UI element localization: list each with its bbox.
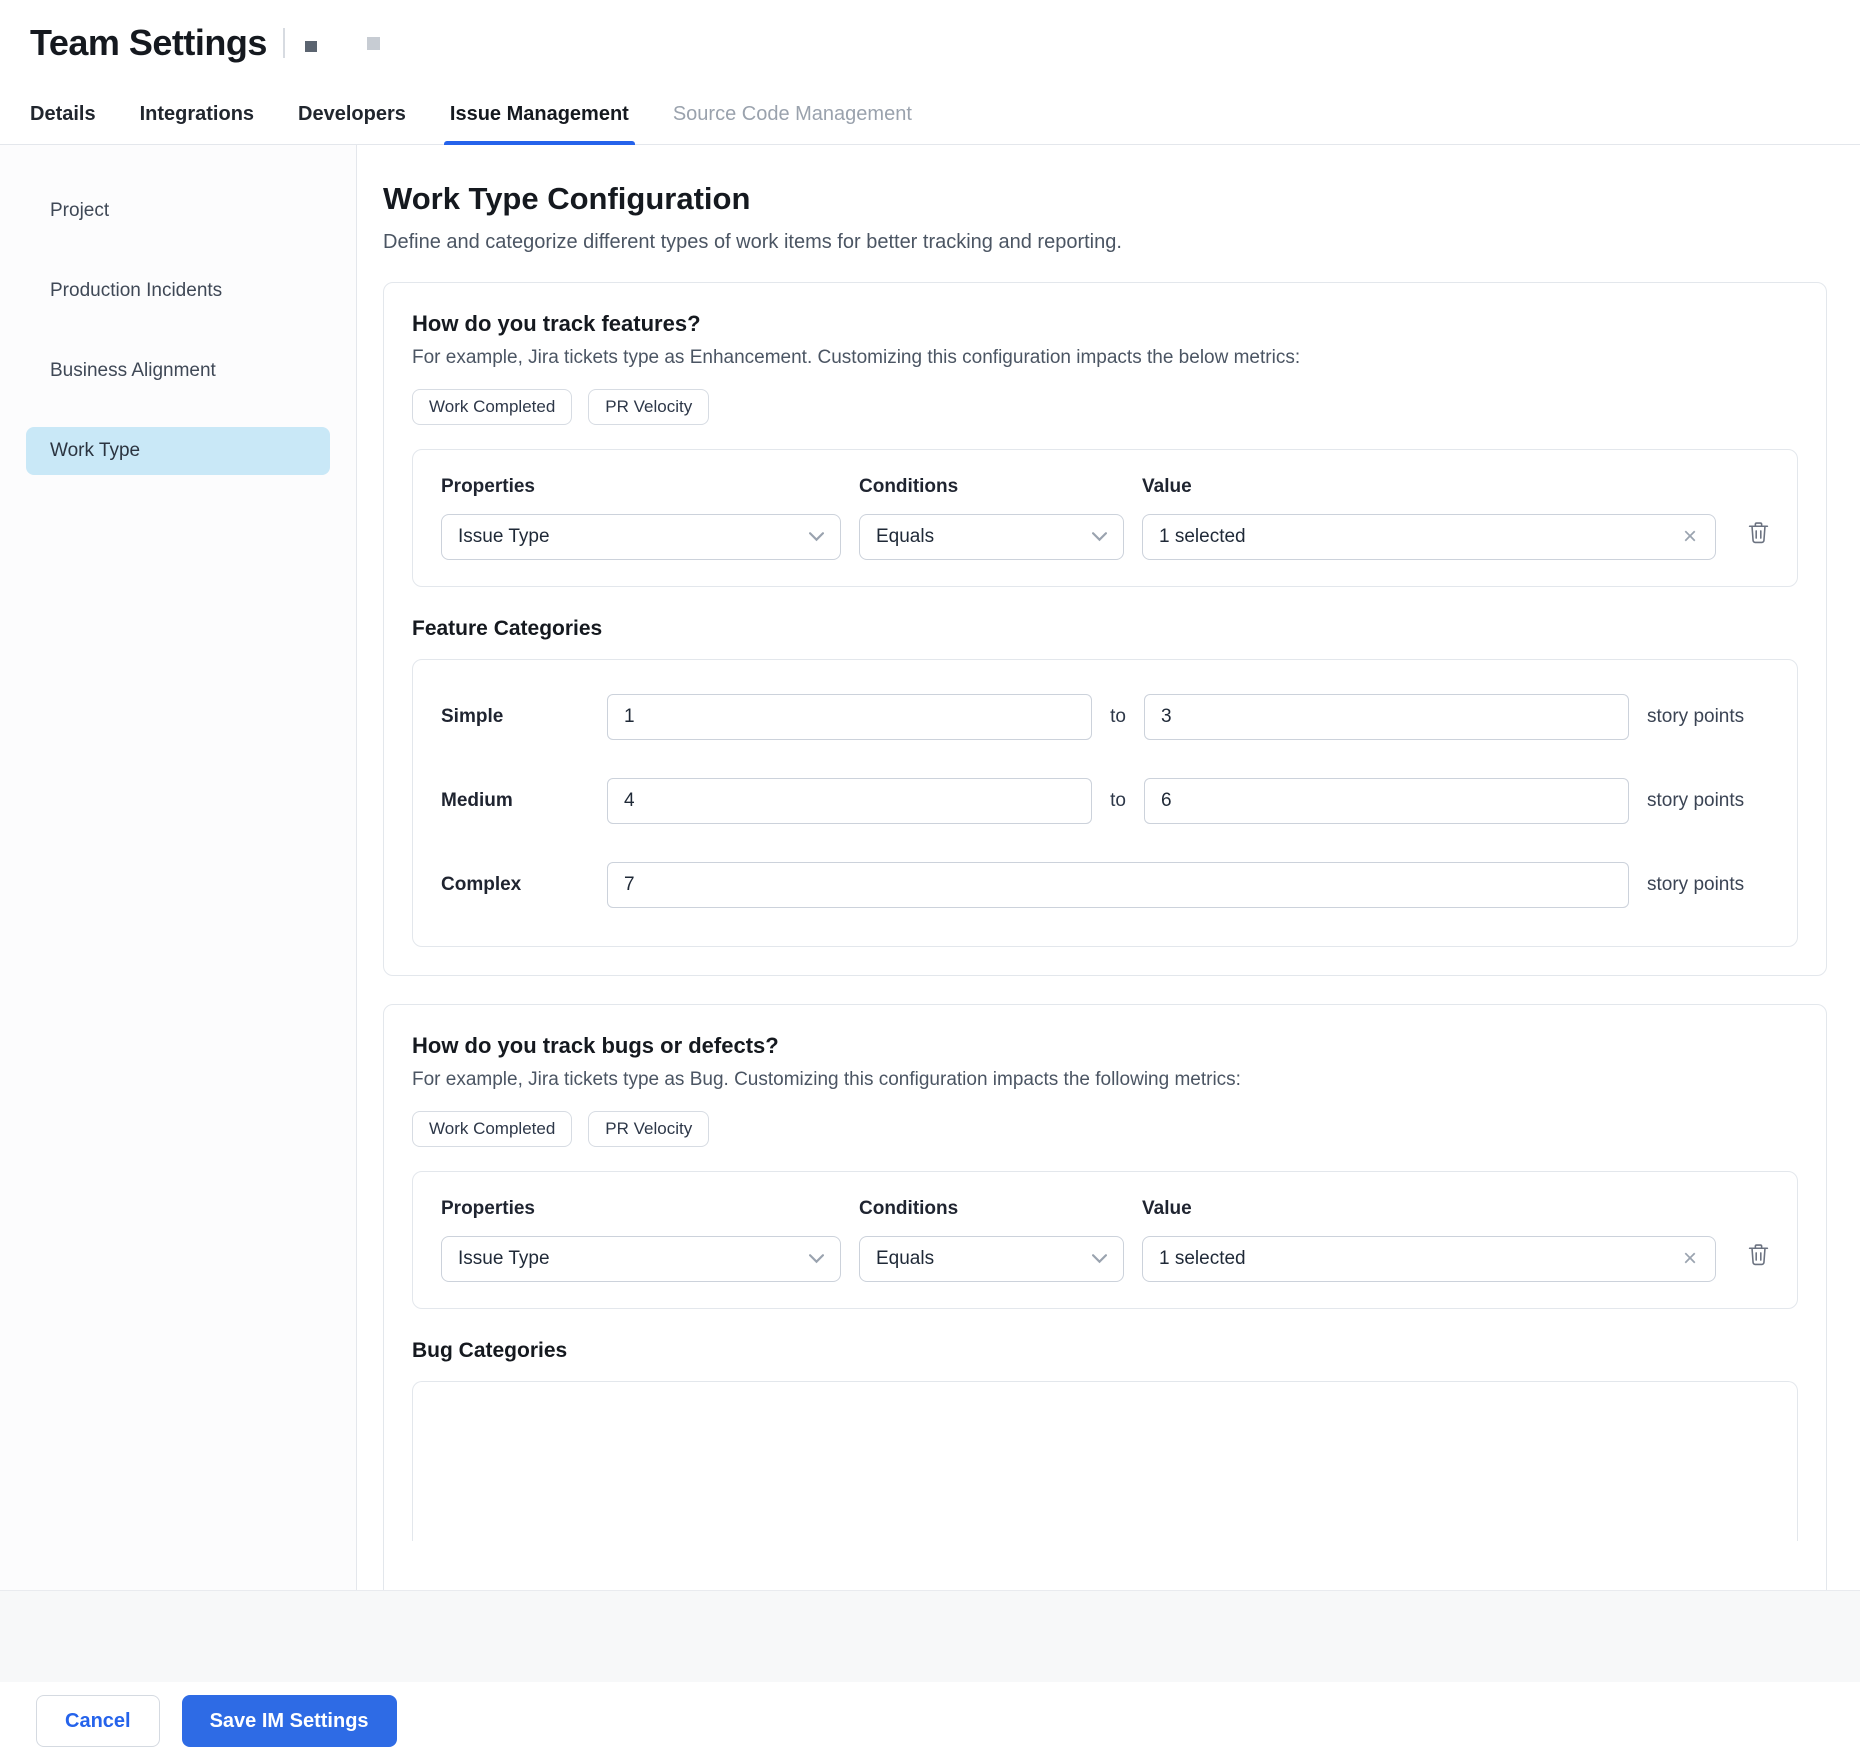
header-placeholder-icon-light: [367, 37, 380, 50]
features-filter-panel: Properties Issue Type Conditions: [412, 449, 1798, 587]
trash-icon: [1748, 531, 1769, 548]
conditions-column-label: Conditions: [859, 1198, 1124, 1220]
tab-bar: Details Integrations Developers Issue Ma…: [0, 86, 1860, 145]
features-card-title: How do you track features?: [412, 311, 1798, 337]
bottom-spacer-band: [0, 1591, 1860, 1682]
features-card-description: For example, Jira tickets type as Enhanc…: [412, 347, 1798, 369]
badge-pr-velocity: PR Velocity: [588, 389, 709, 425]
delete-filter-row-button[interactable]: [1748, 1243, 1769, 1271]
features-condition-value: Equals: [876, 526, 1092, 548]
bugs-card-title: How do you track bugs or defects?: [412, 1033, 1798, 1059]
bugs-metric-badges: Work Completed PR Velocity: [412, 1111, 1798, 1147]
header-placeholder-icon-dark: [305, 41, 317, 52]
tab-issue-management[interactable]: Issue Management: [450, 86, 629, 144]
page-header: Team Settings: [0, 0, 1860, 86]
chevron-down-icon: [809, 1248, 824, 1270]
badge-pr-velocity: PR Velocity: [588, 1111, 709, 1147]
simple-to-input[interactable]: [1144, 694, 1629, 740]
cancel-button[interactable]: Cancel: [36, 1695, 160, 1747]
chevron-down-icon: [809, 526, 824, 548]
medium-to-input[interactable]: [1144, 778, 1629, 824]
category-label-complex: Complex: [441, 874, 589, 896]
category-label-simple: Simple: [441, 706, 589, 728]
content-area: Project Production Incidents Business Al…: [0, 145, 1860, 1591]
bugs-value-selected: 1 selected: [1159, 1248, 1681, 1270]
bug-categories-panel: [412, 1381, 1798, 1541]
badge-work-completed: Work Completed: [412, 1111, 572, 1147]
bugs-condition-value: Equals: [876, 1248, 1092, 1270]
header-divider: [283, 28, 285, 58]
tab-details[interactable]: Details: [30, 86, 96, 144]
sidebar-item-production-incidents[interactable]: Production Incidents: [26, 267, 330, 315]
chevron-down-icon: [1092, 526, 1107, 548]
trash-icon: [1748, 1253, 1769, 1270]
features-card: How do you track features? For example, …: [383, 282, 1827, 976]
medium-from-input[interactable]: [607, 778, 1092, 824]
features-metric-badges: Work Completed PR Velocity: [412, 389, 1798, 425]
simple-from-input[interactable]: [607, 694, 1092, 740]
page-subtitle: Define and categorize different types of…: [383, 231, 1827, 254]
features-property-value: Issue Type: [458, 526, 809, 548]
story-points-label: story points: [1647, 706, 1769, 728]
page-title: Work Type Configuration: [383, 181, 1827, 217]
page-header-title: Team Settings: [30, 22, 267, 64]
tab-developers[interactable]: Developers: [298, 86, 406, 144]
badge-work-completed: Work Completed: [412, 389, 572, 425]
category-row-simple: Simple to story points: [441, 694, 1769, 740]
conditions-column-label: Conditions: [859, 476, 1124, 498]
delete-filter-row-button[interactable]: [1748, 521, 1769, 549]
complex-from-input[interactable]: [607, 862, 1629, 908]
bug-categories-title: Bug Categories: [412, 1339, 1798, 1363]
features-property-select[interactable]: Issue Type: [441, 514, 841, 560]
clear-selection-icon[interactable]: ×: [1681, 525, 1699, 549]
value-column-label: Value: [1142, 476, 1716, 498]
category-row-complex: Complex story points: [441, 862, 1769, 908]
to-label: to: [1110, 790, 1126, 812]
tab-source-code-management[interactable]: Source Code Management: [673, 86, 912, 144]
sidebar-item-project[interactable]: Project: [26, 187, 330, 235]
bugs-property-select[interactable]: Issue Type: [441, 1236, 841, 1282]
features-value-multiselect[interactable]: 1 selected ×: [1142, 514, 1716, 560]
value-column-label: Value: [1142, 1198, 1716, 1220]
features-condition-select[interactable]: Equals: [859, 514, 1124, 560]
feature-categories-panel: Simple to story points Medium to: [412, 659, 1798, 947]
clear-selection-icon[interactable]: ×: [1681, 1247, 1699, 1271]
chevron-down-icon: [1092, 1248, 1107, 1270]
bugs-property-value: Issue Type: [458, 1248, 809, 1270]
save-im-settings-button[interactable]: Save IM Settings: [182, 1695, 397, 1747]
settings-sidebar: Project Production Incidents Business Al…: [0, 145, 357, 1590]
story-points-label: story points: [1647, 790, 1769, 812]
properties-column-label: Properties: [441, 476, 841, 498]
feature-categories-title: Feature Categories: [412, 617, 1798, 641]
properties-column-label: Properties: [441, 1198, 841, 1220]
category-label-medium: Medium: [441, 790, 589, 812]
sidebar-item-work-type[interactable]: Work Type: [26, 427, 330, 475]
to-label: to: [1110, 706, 1126, 728]
bugs-value-multiselect[interactable]: 1 selected ×: [1142, 1236, 1716, 1282]
tab-integrations[interactable]: Integrations: [140, 86, 254, 144]
bugs-condition-select[interactable]: Equals: [859, 1236, 1124, 1282]
story-points-label: story points: [1647, 874, 1769, 896]
features-value-selected: 1 selected: [1159, 526, 1681, 548]
main-panel: Work Type Configuration Define and categ…: [357, 145, 1860, 1590]
team-settings-page: Team Settings Details Integrations Devel…: [0, 0, 1860, 1760]
footer-action-bar: Cancel Save IM Settings: [0, 1682, 1860, 1760]
bugs-filter-panel: Properties Issue Type Conditions: [412, 1171, 1798, 1309]
bugs-card: How do you track bugs or defects? For ex…: [383, 1004, 1827, 1590]
bugs-card-description: For example, Jira tickets type as Bug. C…: [412, 1069, 1798, 1091]
sidebar-item-business-alignment[interactable]: Business Alignment: [26, 347, 330, 395]
category-row-medium: Medium to story points: [441, 778, 1769, 824]
